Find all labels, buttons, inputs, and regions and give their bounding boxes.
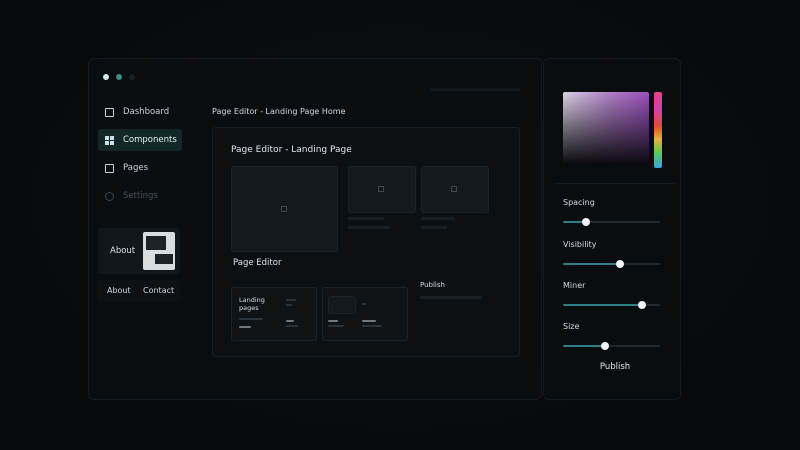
sidebar-item-settings[interactable]: Settings xyxy=(98,185,182,207)
square-outline-icon xyxy=(105,163,114,173)
thumbnail-block xyxy=(155,254,173,264)
text-placeholder xyxy=(362,320,376,322)
sidebar-item-label: Components xyxy=(123,135,177,145)
about-card-label: About xyxy=(110,246,136,256)
color-picker-area[interactable] xyxy=(563,92,649,164)
publish-link[interactable]: Publish xyxy=(420,281,445,289)
sidebar-item-label: Settings xyxy=(123,191,158,201)
image-placeholder-icon xyxy=(281,206,287,212)
thumbnail-block xyxy=(146,236,166,250)
text-placeholder xyxy=(286,320,294,322)
text-placeholder xyxy=(362,303,366,305)
layout-card-image xyxy=(328,296,356,314)
text-placeholder xyxy=(286,299,296,301)
image-placeholder-icon xyxy=(451,186,457,192)
footer-links: About Contact xyxy=(98,280,180,302)
text-placeholder xyxy=(239,318,263,320)
window-dot-1[interactable] xyxy=(103,74,109,80)
spacing-slider[interactable] xyxy=(563,218,660,226)
hue-slider[interactable] xyxy=(654,92,662,168)
sidebar-item-components[interactable]: Components xyxy=(98,129,182,151)
publish-button[interactable]: Publish xyxy=(590,362,640,372)
visibility-slider[interactable] xyxy=(563,260,660,268)
text-placeholder xyxy=(421,217,455,220)
sidebar-item-dashboard[interactable]: Dashboard xyxy=(98,101,182,123)
miner-slider[interactable] xyxy=(563,301,660,309)
panel-divider xyxy=(555,183,675,184)
text-placeholder xyxy=(348,226,390,229)
header-placeholder-bar xyxy=(430,88,520,91)
size-label: Size xyxy=(563,322,580,331)
window-controls xyxy=(103,74,135,80)
about-link[interactable]: About xyxy=(107,286,131,295)
text-placeholder xyxy=(328,325,344,327)
sidebar-item-label: Pages xyxy=(123,163,149,173)
circle-outline-icon xyxy=(105,191,114,201)
sidebar-item-label: Dashboard xyxy=(123,107,170,117)
grid-icon xyxy=(105,135,114,145)
slider-fill xyxy=(563,263,621,265)
page-thumbnail xyxy=(143,232,175,270)
breadcrumb: Page Editor - Landing Page Home xyxy=(212,107,346,116)
editor-title: Page Editor - Landing Page xyxy=(231,145,352,155)
text-placeholder xyxy=(362,325,382,327)
section-title: Page Editor xyxy=(233,258,282,268)
miner-label: Miner xyxy=(563,281,586,290)
visibility-label: Visibility xyxy=(563,240,597,249)
slider-knob[interactable] xyxy=(637,301,646,309)
text-placeholder xyxy=(420,296,482,299)
about-page-card[interactable]: About xyxy=(98,228,180,274)
window-dot-2[interactable] xyxy=(116,74,122,80)
text-placeholder xyxy=(286,304,292,306)
landing-pages-title: Landing pages xyxy=(239,296,265,312)
contact-link[interactable]: Contact xyxy=(143,286,174,295)
sidebar-item-pages[interactable]: Pages xyxy=(98,157,182,179)
text-placeholder xyxy=(286,325,298,327)
image-placeholder-icon xyxy=(378,186,384,192)
window-dot-3[interactable] xyxy=(129,74,135,80)
text-placeholder xyxy=(239,326,251,328)
slider-knob[interactable] xyxy=(600,342,609,350)
size-slider[interactable] xyxy=(563,342,660,350)
spacing-label: Spacing xyxy=(563,198,595,207)
slider-fill xyxy=(563,345,605,347)
slider-fill xyxy=(563,304,642,306)
sidebar: Dashboard Components Pages Settings xyxy=(98,101,182,213)
square-outline-icon xyxy=(105,107,114,117)
text-placeholder xyxy=(348,217,384,220)
text-placeholder xyxy=(421,226,447,229)
text-placeholder xyxy=(328,320,338,322)
